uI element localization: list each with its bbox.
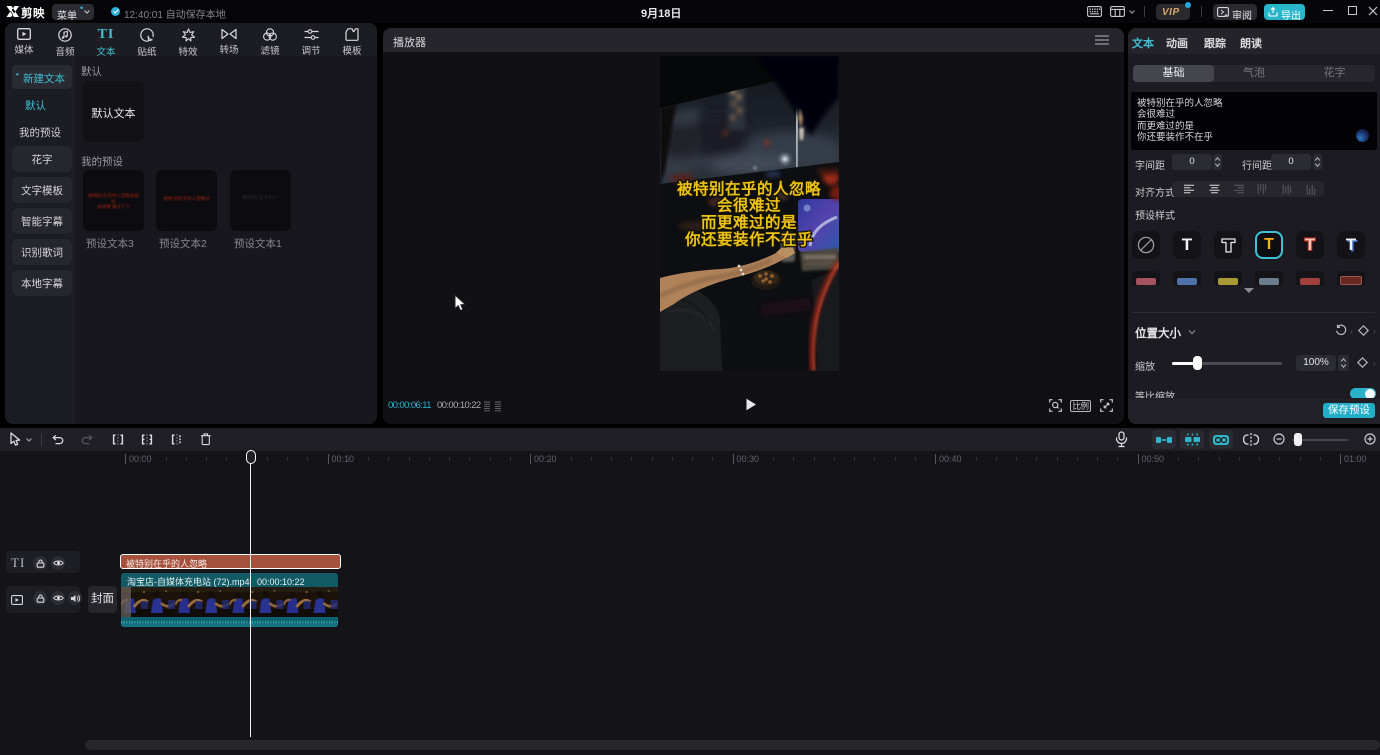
svg-text:被特别在乎的人忽略: 被特别在乎的人忽略 [677,179,821,198]
svg-text:会很难过: 会很难过 [717,196,781,215]
svg-text:你还要装作不在乎: 你还要装作不在乎 [684,230,813,249]
svg-text:而更难过的是: 而更难过的是 [701,213,797,232]
